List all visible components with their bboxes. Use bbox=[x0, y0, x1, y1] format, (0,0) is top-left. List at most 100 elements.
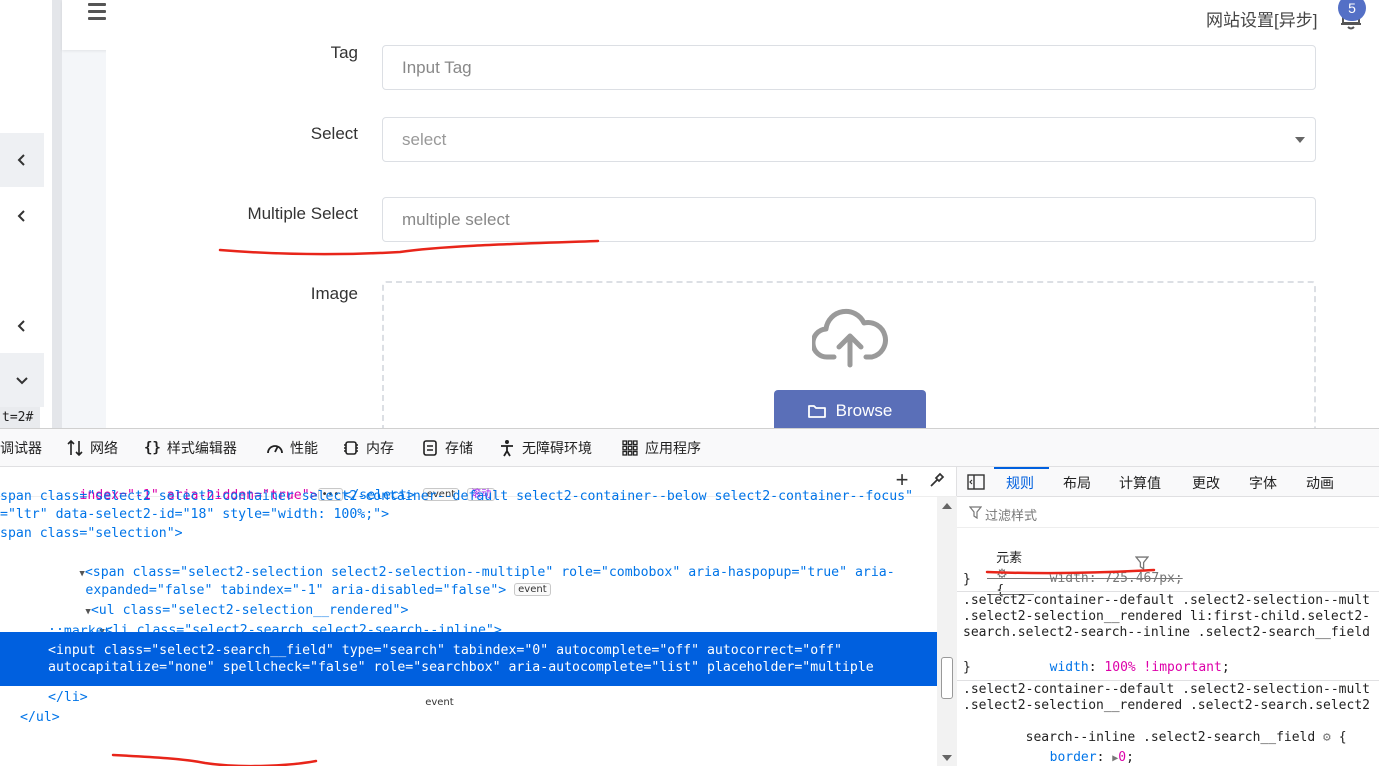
multiple-select-placeholder: multiple select bbox=[402, 210, 510, 229]
tag-input[interactable]: Input Tag bbox=[382, 45, 1316, 90]
select-dropdown[interactable]: select bbox=[382, 117, 1316, 162]
active-tab-indicator bbox=[994, 467, 1049, 469]
markup-line[interactable]: span class="selection"> bbox=[0, 524, 183, 543]
image-upload-dropzone[interactable]: Browse bbox=[382, 281, 1316, 428]
rule-divider bbox=[957, 591, 1379, 592]
tag-label: Tag bbox=[330, 43, 358, 62]
grid-icon bbox=[622, 440, 638, 456]
storage-icon bbox=[423, 440, 437, 456]
devtools-toolbar: 调试器 网络 {} 样式编辑器 性能 内存 存储 无障碍环境 应用程序 bbox=[0, 429, 1379, 467]
markup-scrollbar[interactable] bbox=[937, 497, 957, 766]
tab-accessibility-label: 无障碍环境 bbox=[522, 440, 592, 456]
devtools-panel: 调试器 网络 {} 样式编辑器 性能 内存 存储 无障碍环境 应用程序 + in… bbox=[0, 428, 1379, 766]
toggle-sidebar-icon[interactable] bbox=[967, 474, 985, 490]
scroll-thumb[interactable] bbox=[941, 657, 953, 699]
annotation-underline bbox=[111, 753, 318, 766]
brace: } bbox=[963, 660, 971, 675]
dropdown-arrow-icon bbox=[1295, 137, 1305, 143]
css-property: width bbox=[1049, 660, 1089, 675]
folder-icon bbox=[807, 405, 826, 418]
tab-application-label: 应用程序 bbox=[645, 440, 701, 456]
tab-memory-label: 内存 bbox=[366, 440, 394, 456]
cloud-upload-icon bbox=[812, 308, 888, 368]
select-placeholder: select bbox=[402, 130, 447, 149]
status-url-text: t=2# bbox=[0, 407, 40, 428]
event-badge[interactable]: event bbox=[514, 583, 551, 596]
chevron-down-icon bbox=[16, 377, 28, 385]
annotation-underline bbox=[218, 239, 600, 256]
chevron-left-icon bbox=[17, 210, 25, 222]
menu-toggle-icon[interactable] bbox=[88, 3, 108, 23]
markup-line[interactable]: ▼<span class="select2-selection select2-… bbox=[0, 544, 894, 580]
tab-fonts[interactable]: 字体 bbox=[1249, 473, 1277, 493]
tab-application[interactable]: 应用程序 bbox=[621, 438, 701, 458]
tab-network-label: 网络 bbox=[90, 440, 118, 456]
braces-icon: {} bbox=[144, 440, 161, 456]
network-arrows-icon bbox=[67, 439, 83, 457]
markup-line[interactable]: ="ltr" data-select2-id="18" style="width… bbox=[0, 505, 389, 524]
markup-line[interactable]: span class="select2 select2-container se… bbox=[0, 487, 913, 506]
sidebar-collapse-button-1[interactable] bbox=[0, 133, 44, 187]
tab-style-editor[interactable]: {} 样式编辑器 bbox=[144, 438, 237, 458]
tab-computed[interactable]: 计算值 bbox=[1119, 473, 1161, 493]
gauge-icon bbox=[267, 445, 283, 454]
browse-button-label: Browse bbox=[835, 401, 893, 420]
image-label: Image bbox=[310, 284, 358, 303]
chevron-left-icon bbox=[17, 154, 25, 166]
filter-styles-row[interactable]: 过滤样式 bbox=[957, 498, 1379, 528]
gear-icon[interactable]: ⚙ bbox=[1323, 730, 1331, 745]
tab-performance-label: 性能 bbox=[290, 440, 318, 456]
markup-line[interactable]: expanded="false" tabindex="-1" aria-disa… bbox=[6, 562, 551, 598]
tab-performance[interactable]: 性能 bbox=[266, 438, 318, 458]
markup-line: select" style="width: 725.467px;"> event bbox=[48, 675, 458, 711]
browse-button[interactable]: Browse bbox=[774, 390, 926, 428]
markup-line[interactable]: </ul> bbox=[20, 708, 60, 727]
sidebar-expand-button[interactable] bbox=[0, 353, 44, 407]
chevron-left-icon bbox=[17, 320, 25, 332]
brace: { bbox=[1338, 730, 1347, 745]
multiple-select-label: Multiple Select bbox=[247, 204, 358, 223]
rule-selector: .select2-container--default .select2-sel… bbox=[963, 682, 1370, 697]
tab-accessibility[interactable]: 无障碍环境 bbox=[498, 438, 592, 458]
accessibility-icon bbox=[501, 440, 513, 457]
filter-styles-placeholder: 过滤样式 bbox=[985, 508, 1038, 523]
site-settings-link[interactable]: 网站设置[异步] bbox=[1206, 6, 1317, 31]
rule-selector: .select2-selection__rendered .select2-se… bbox=[963, 698, 1370, 713]
rule-divider bbox=[957, 680, 1379, 681]
markup-line[interactable]: </li> bbox=[48, 688, 88, 707]
rule-declaration[interactable]: margin-top: 6px; bbox=[987, 753, 1175, 766]
tag-input-placeholder: Input Tag bbox=[402, 58, 472, 77]
sidebar-collapse-button-3[interactable] bbox=[0, 299, 44, 353]
sidebar-divider bbox=[52, 0, 62, 428]
tab-rules[interactable]: 规则 bbox=[1006, 473, 1034, 493]
tab-changes[interactable]: 更改 bbox=[1192, 473, 1220, 493]
markup-line[interactable]: ▼<li class="select2-search select2-searc… bbox=[20, 602, 501, 638]
screenshot-root: t=2# 网站设置[异步] 5 Tag Input Tag Select sel… bbox=[0, 0, 1379, 766]
css-value: 100% !important bbox=[1104, 660, 1222, 675]
tab-storage-label: 存储 bbox=[445, 440, 473, 456]
tab-animations[interactable]: 动画 bbox=[1306, 473, 1334, 493]
tab-debugger[interactable]: 调试器 bbox=[0, 438, 42, 458]
markup-tree: index="-1" aria-hidden="true"> ••• </selec… bbox=[0, 487, 937, 766]
rules-tabs: 规则 布局 计算值 更改 字体 动画 bbox=[957, 467, 1379, 497]
inspector-markup-panel: + index="-1" aria-hidden="true"> ••• </sel… bbox=[0, 467, 957, 766]
rule-selector: .select2-container--default .select2-sel… bbox=[963, 593, 1370, 608]
filter-icon bbox=[969, 506, 982, 519]
tab-memory[interactable]: 内存 bbox=[342, 438, 394, 458]
selected-node-highlight[interactable]: <input class="select2-search__field" typ… bbox=[0, 632, 937, 711]
rules-panel: 规则 布局 计算值 更改 字体 动画 过滤样式 元素 ⚙ { width: 72… bbox=[957, 467, 1379, 766]
annotation-underline bbox=[985, 568, 1156, 575]
scroll-down-icon[interactable] bbox=[942, 755, 952, 761]
sidebar-collapse-button-2[interactable] bbox=[0, 189, 44, 243]
event-badge[interactable]: event bbox=[421, 696, 458, 709]
sidebar: t=2# bbox=[0, 0, 52, 428]
scroll-up-icon[interactable] bbox=[942, 503, 952, 509]
tab-network[interactable]: 网络 bbox=[66, 438, 118, 458]
tab-storage[interactable]: 存储 bbox=[421, 438, 473, 458]
rule-selector: search.select2-search--inline .select2-s… bbox=[963, 625, 1370, 640]
memory-chip-icon bbox=[344, 441, 358, 455]
tab-style-editor-label: 样式编辑器 bbox=[166, 440, 237, 456]
markup-line[interactable]: ▼<ul class="select2-selection__rendered"… bbox=[6, 582, 408, 618]
brace: } bbox=[963, 572, 971, 587]
tab-layout[interactable]: 布局 bbox=[1063, 473, 1091, 493]
